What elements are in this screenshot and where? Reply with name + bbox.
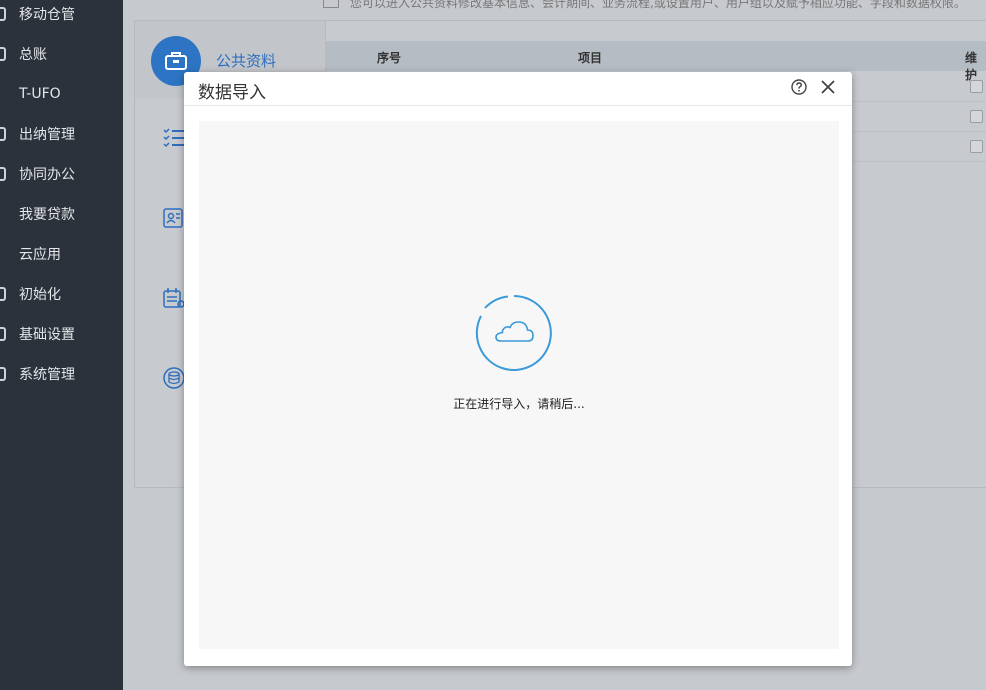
sidebar-item-label: 我要贷款 [19,207,75,223]
menu-icon [0,367,6,381]
sidebar-item-cloud-apps[interactable]: 云应用 [0,234,123,274]
sidebar-item-loan[interactable]: 我要贷款 [0,194,123,234]
checklist-icon[interactable] [163,127,185,149]
sidebar-item-cashier[interactable]: 出纳管理 [0,114,123,154]
sidebar-item-general-ledger[interactable]: 总账 [0,34,123,74]
sidebar: 移动仓管 总账 T-UFO 出纳管理 协同办公 我要贷款 云应用 初始化 基础设… [0,0,123,690]
sidebar-item-t-ufo[interactable]: T-UFO [0,74,123,114]
sidebar-item-system-management[interactable]: 系统管理 [0,354,123,394]
sidebar-item-label: 基础设置 [19,327,75,343]
help-icon[interactable] [791,79,807,95]
row-checkbox[interactable] [970,80,983,93]
row-checkbox[interactable] [970,110,983,123]
row-checkbox[interactable] [970,140,983,153]
sidebar-item-label: 初始化 [19,287,61,303]
dialog-divider [184,105,852,106]
contact-card-icon[interactable] [163,207,185,229]
sidebar-item-label: 出纳管理 [19,127,75,143]
sidebar-item-collaboration[interactable]: 协同办公 [0,154,123,194]
info-icon [323,0,339,8]
column-header-item: 项目 [578,51,603,65]
sidebar-item-basic-settings[interactable]: 基础设置 [0,314,123,354]
menu-icon [0,167,6,181]
close-icon[interactable] [820,79,836,95]
sidebar-item-label: 协同办公 [19,167,75,183]
menu-icon [0,327,6,341]
sidebar-item-label: T-UFO [19,86,61,102]
table-header: 序号 项目 维护 [325,41,986,82]
notice-text: 您可以进入公共资料修改基本信息、会计期间、业务流程,或设置用户、用户组以及赋予相… [350,0,966,10]
menu-icon [0,247,6,261]
database-icon[interactable] [163,367,185,389]
category-label: 公共资料 [216,52,277,70]
upload-cloud-spinner-icon [475,295,552,371]
column-header-index: 序号 [377,51,402,65]
loading-text: 正在进行导入，请稍后... [453,397,585,411]
sidebar-item-label: 系统管理 [19,367,75,383]
menu-icon [0,87,6,101]
sidebar-item-label: 移动仓管 [19,7,75,23]
dialog-body: 正在进行导入，请稍后... [199,121,839,649]
menu-icon [0,127,6,141]
data-import-dialog: 数据导入 正在进行导入，请稍后... [184,72,852,666]
menu-icon [0,47,6,61]
dialog-title: 数据导入 [198,83,266,103]
menu-icon [0,207,6,221]
menu-icon [0,287,6,301]
sidebar-item-label: 总账 [19,47,47,63]
sidebar-item-initialization[interactable]: 初始化 [0,274,123,314]
menu-icon [0,7,6,21]
sidebar-item-mobile-warehouse[interactable]: 移动仓管 [0,0,123,34]
calendar-settings-icon[interactable] [163,287,185,309]
sidebar-item-label: 云应用 [19,247,61,263]
